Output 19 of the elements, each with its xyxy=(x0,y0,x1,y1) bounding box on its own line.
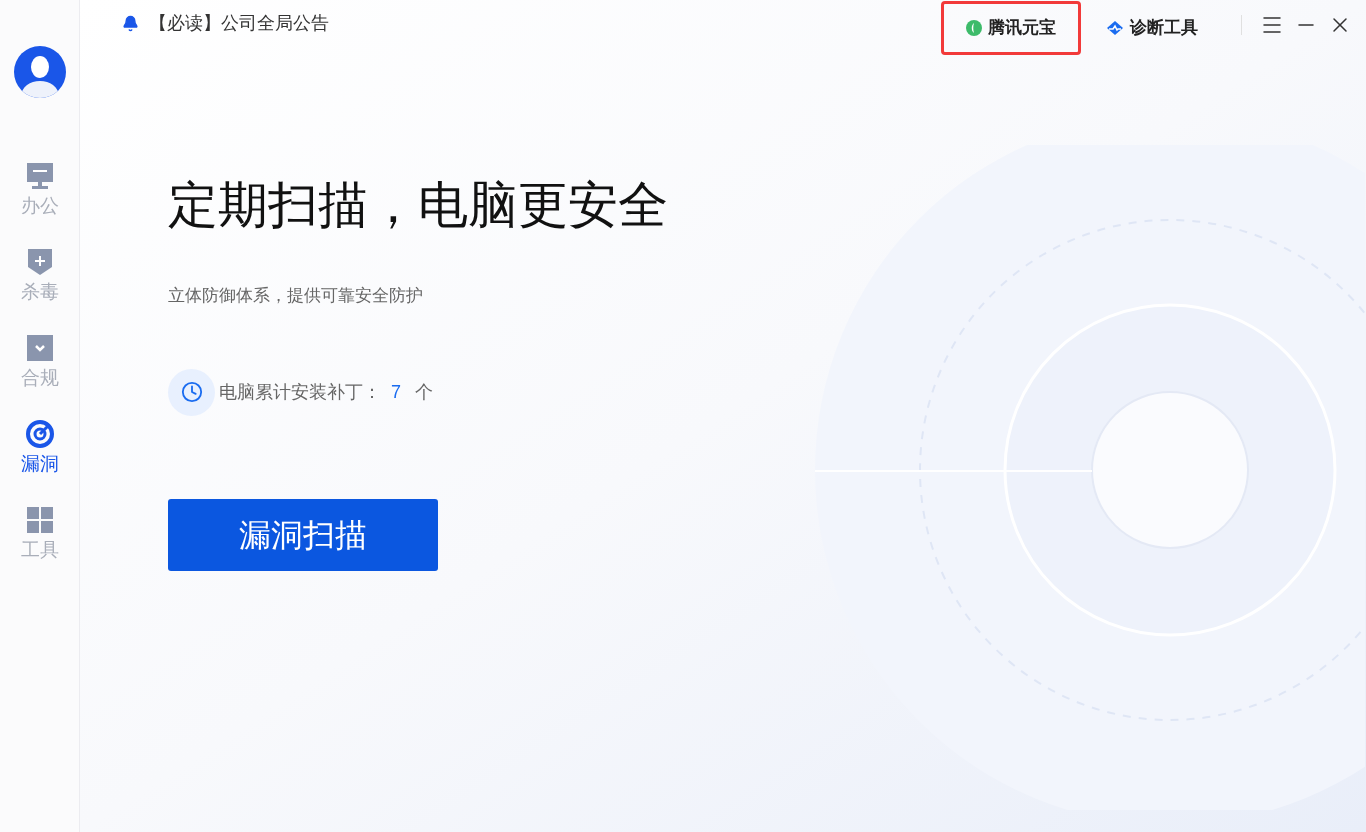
avatar[interactable] xyxy=(13,46,66,98)
hero-title: 定期扫描，电脑更安全 xyxy=(168,176,668,235)
pulse-icon xyxy=(1106,20,1124,36)
scan-button[interactable]: 漏洞扫描 xyxy=(168,498,438,571)
notice-link[interactable]: 【必读】公司全局公告 xyxy=(149,9,329,37)
chevron-square-icon xyxy=(24,333,55,363)
toolbar-button[interactable]: 腾讯元宝 xyxy=(941,1,1081,55)
toolbar-button[interactable]: 诊断工具 xyxy=(1081,1,1223,55)
leaf-circle-icon xyxy=(966,20,982,36)
radar-icon xyxy=(24,419,55,449)
patch-count-value: 7 xyxy=(391,380,401,404)
hero-subtitle: 立体防御体系，提供可靠安全防护 xyxy=(168,285,423,307)
grid-icon xyxy=(24,505,55,535)
patch-count-label: 电脑累计安装补丁： xyxy=(219,380,381,404)
monitor-icon xyxy=(24,161,55,191)
bell-icon xyxy=(122,14,139,32)
clock-icon xyxy=(180,381,203,403)
patch-count-unit: 个 xyxy=(415,380,433,404)
sidebar-tab[interactable]: 漏洞 xyxy=(9,419,70,477)
